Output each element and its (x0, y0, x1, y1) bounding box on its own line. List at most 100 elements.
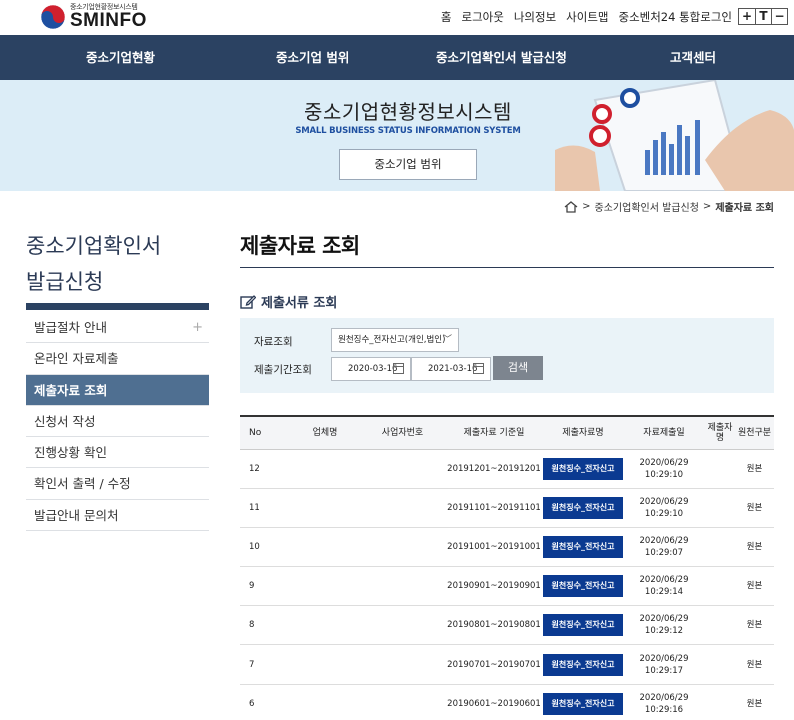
banner-sme-scope-button[interactable]: 중소기업 범위 (339, 149, 477, 180)
font-reset-button[interactable]: T (755, 9, 771, 24)
hero-banner: 중소기업현황정보시스템 SMALL BUSINESS STATUS INFORM… (0, 80, 794, 191)
cell-no: 9 (240, 566, 290, 607)
util-sitemap-link[interactable]: 사이트맵 (566, 9, 608, 25)
cell-period: 20191201~20191201 (445, 449, 543, 489)
font-decrease-button[interactable]: − (771, 9, 787, 24)
document-view-button[interactable]: 원천징수_전자신고 (543, 653, 623, 676)
cell-bizno (360, 566, 445, 607)
sidebar-item-certificate-print[interactable]: 확인서 출력 / 수정 (26, 468, 209, 500)
sidebar-item-label: 온라인 자료제출 (34, 351, 119, 367)
sidebar-item-submitted-data[interactable]: 제출자료 조회 (26, 374, 209, 406)
expand-plus-icon[interactable]: + (192, 312, 203, 343)
document-view-button[interactable]: 원천징수_전자신고 (543, 692, 623, 715)
sidebar-item-online-submission[interactable]: 온라인 자료제출 (26, 343, 209, 375)
breadcrumb-separator: > (582, 201, 591, 212)
font-size-controls: + T − (738, 8, 788, 25)
sidebar-item-label: 확인서 출력 / 수정 (34, 476, 131, 492)
util-home-link[interactable]: 홈 (441, 9, 452, 25)
gnb-customer-center[interactable]: 고객센터 (670, 35, 716, 80)
chevron-down-icon: ﹀ (442, 335, 452, 345)
submit-time: 10:29:10 (644, 469, 684, 480)
gnb-sme-scope[interactable]: 중소기업 범위 (276, 35, 349, 80)
submit-time: 10:29:12 (644, 626, 684, 637)
breadcrumb: > 중소기업확인서 발급신청 > 제출자료 조회 (564, 199, 774, 214)
cell-bizno (360, 449, 445, 489)
submit-time: 10:29:16 (644, 704, 684, 715)
sidebar-menu: 발급절차 안내 + 온라인 자료제출 제출자료 조회 신청서 작성 진행상황 확… (26, 312, 209, 532)
cell-submit-date: 2020/06/29 10:29:14 (623, 566, 705, 607)
submit-date: 2020/06/29 (639, 496, 689, 507)
sidebar-item-progress-check[interactable]: 진행상황 확인 (26, 437, 209, 469)
util-myinfo-link[interactable]: 나의정보 (514, 9, 556, 25)
table-row: 7 20190701~20190701 원천징수_전자신고 2020/06/29 10:… (240, 644, 774, 685)
cell-company (290, 644, 360, 685)
cell-no: 7 (240, 644, 290, 685)
sidebar-item-label: 발급안내 문의처 (34, 507, 119, 523)
site-logo[interactable]: 중소기업현황정보시스템 SMINFO (40, 2, 150, 32)
sidebar-item-label: 발급절차 안내 (34, 320, 107, 335)
home-icon[interactable] (564, 200, 578, 213)
cell-period: 20191101~20191101 (445, 488, 543, 528)
document-view-button[interactable]: 원천징수_전자신고 (543, 457, 623, 480)
section-title: 제출서류 조회 (240, 292, 337, 311)
cell-submitter (705, 684, 735, 720)
gnb-sme-status[interactable]: 중소기업현황 (86, 35, 155, 80)
search-button[interactable]: 검색 (493, 356, 543, 380)
data-type-select[interactable]: 원천징수_전자신고(개인,법인) ﹀ (331, 328, 459, 352)
section-title-text: 제출서류 조회 (261, 296, 338, 311)
document-view-button[interactable]: 원천징수_전자신고 (543, 535, 623, 558)
cell-submitter (705, 527, 735, 568)
col-header-bizno: 사업자번호 (360, 415, 445, 450)
document-view-button[interactable]: 원천징수_전자신고 (543, 575, 623, 598)
page-title: 제출자료 조회 (240, 234, 360, 258)
calendar-icon[interactable] (473, 363, 484, 374)
submit-time: 10:29:17 (644, 665, 684, 676)
taegeuk-emblem-icon (40, 4, 66, 30)
cell-period: 20190601~20190601 (445, 684, 543, 720)
cell-bizno (360, 488, 445, 528)
gnb-certificate-application[interactable]: 중소기업확인서 발급신청 (436, 35, 567, 80)
sidebar-item-application-form[interactable]: 신청서 작성 (26, 406, 209, 438)
calendar-icon[interactable] (393, 363, 404, 374)
search-filter-panel: 자료조회 원천징수_전자신고(개인,법인) ﹀ 제출기간조회 2020-03-1… (240, 318, 774, 393)
main-navigation: 중소기업현황 중소기업 범위 중소기업확인서 발급신청 고객센터 (0, 35, 794, 80)
submit-date: 2020/06/29 (639, 535, 689, 546)
document-view-button[interactable]: 원천징수_전자신고 (543, 614, 623, 637)
breadcrumb-separator: > (702, 201, 712, 212)
sidebar-item-label: 진행상황 확인 (34, 445, 107, 461)
sidebar-title: 중소기업확인서 발급신청 (26, 228, 206, 300)
cell-company (290, 488, 360, 528)
cell-submit-date: 2020/06/29 10:29:10 (623, 449, 705, 489)
cell-period: 20190701~20190701 (445, 644, 543, 685)
breadcrumb-current: 제출자료 조회 (715, 203, 774, 214)
cell-submit-date: 2020/06/29 10:29:17 (623, 644, 705, 685)
document-view-button[interactable]: 원천징수_전자신고 (543, 496, 623, 519)
submit-date: 2020/06/29 (639, 653, 689, 664)
cell-bizno (360, 527, 445, 568)
end-date-input[interactable]: 2021-03-16 (411, 357, 491, 381)
top-bar: 중소기업현황정보시스템 SMINFO 홈 로그아웃 나의정보 사이트맵 중소벤처… (0, 0, 794, 35)
sidebar-item-label: 신청서 작성 (34, 413, 96, 429)
sidebar-item-issuance-guide[interactable]: 발급절차 안내 + (26, 312, 209, 344)
end-date-value: 2021-03-16 (428, 364, 478, 374)
col-header-period: 제출자료 기준일 (445, 415, 543, 450)
cell-source-type: 원본 (735, 527, 774, 568)
breadcrumb-item[interactable]: 중소기업확인서 발급신청 (595, 199, 699, 214)
start-date-input[interactable]: 2020-03-16 (331, 357, 411, 381)
logo-text: SMINFO (70, 10, 147, 31)
sidebar-item-inquiry-contacts[interactable]: 발급안내 문의처 (26, 500, 209, 532)
cell-submit-date: 2020/06/29 10:29:07 (623, 527, 705, 568)
cell-source-type: 원본 (735, 684, 774, 720)
cell-no: 10 (240, 527, 290, 568)
tablet-illustration (555, 80, 794, 191)
font-increase-button[interactable]: + (739, 9, 755, 24)
cell-period: 20190801~20190801 (445, 605, 543, 646)
cell-no: 11 (240, 488, 290, 528)
util-integrated-login-link[interactable]: 중소벤처24 통합로그인 (618, 9, 732, 25)
util-logout-link[interactable]: 로그아웃 (462, 9, 504, 25)
col-header-company: 업체명 (290, 415, 360, 450)
col-header-no: No (240, 415, 290, 450)
cell-docname: 원천징수_전자신고 (543, 488, 623, 528)
submit-date: 2020/06/29 (639, 614, 689, 625)
start-date-value: 2020-03-16 (348, 364, 398, 374)
